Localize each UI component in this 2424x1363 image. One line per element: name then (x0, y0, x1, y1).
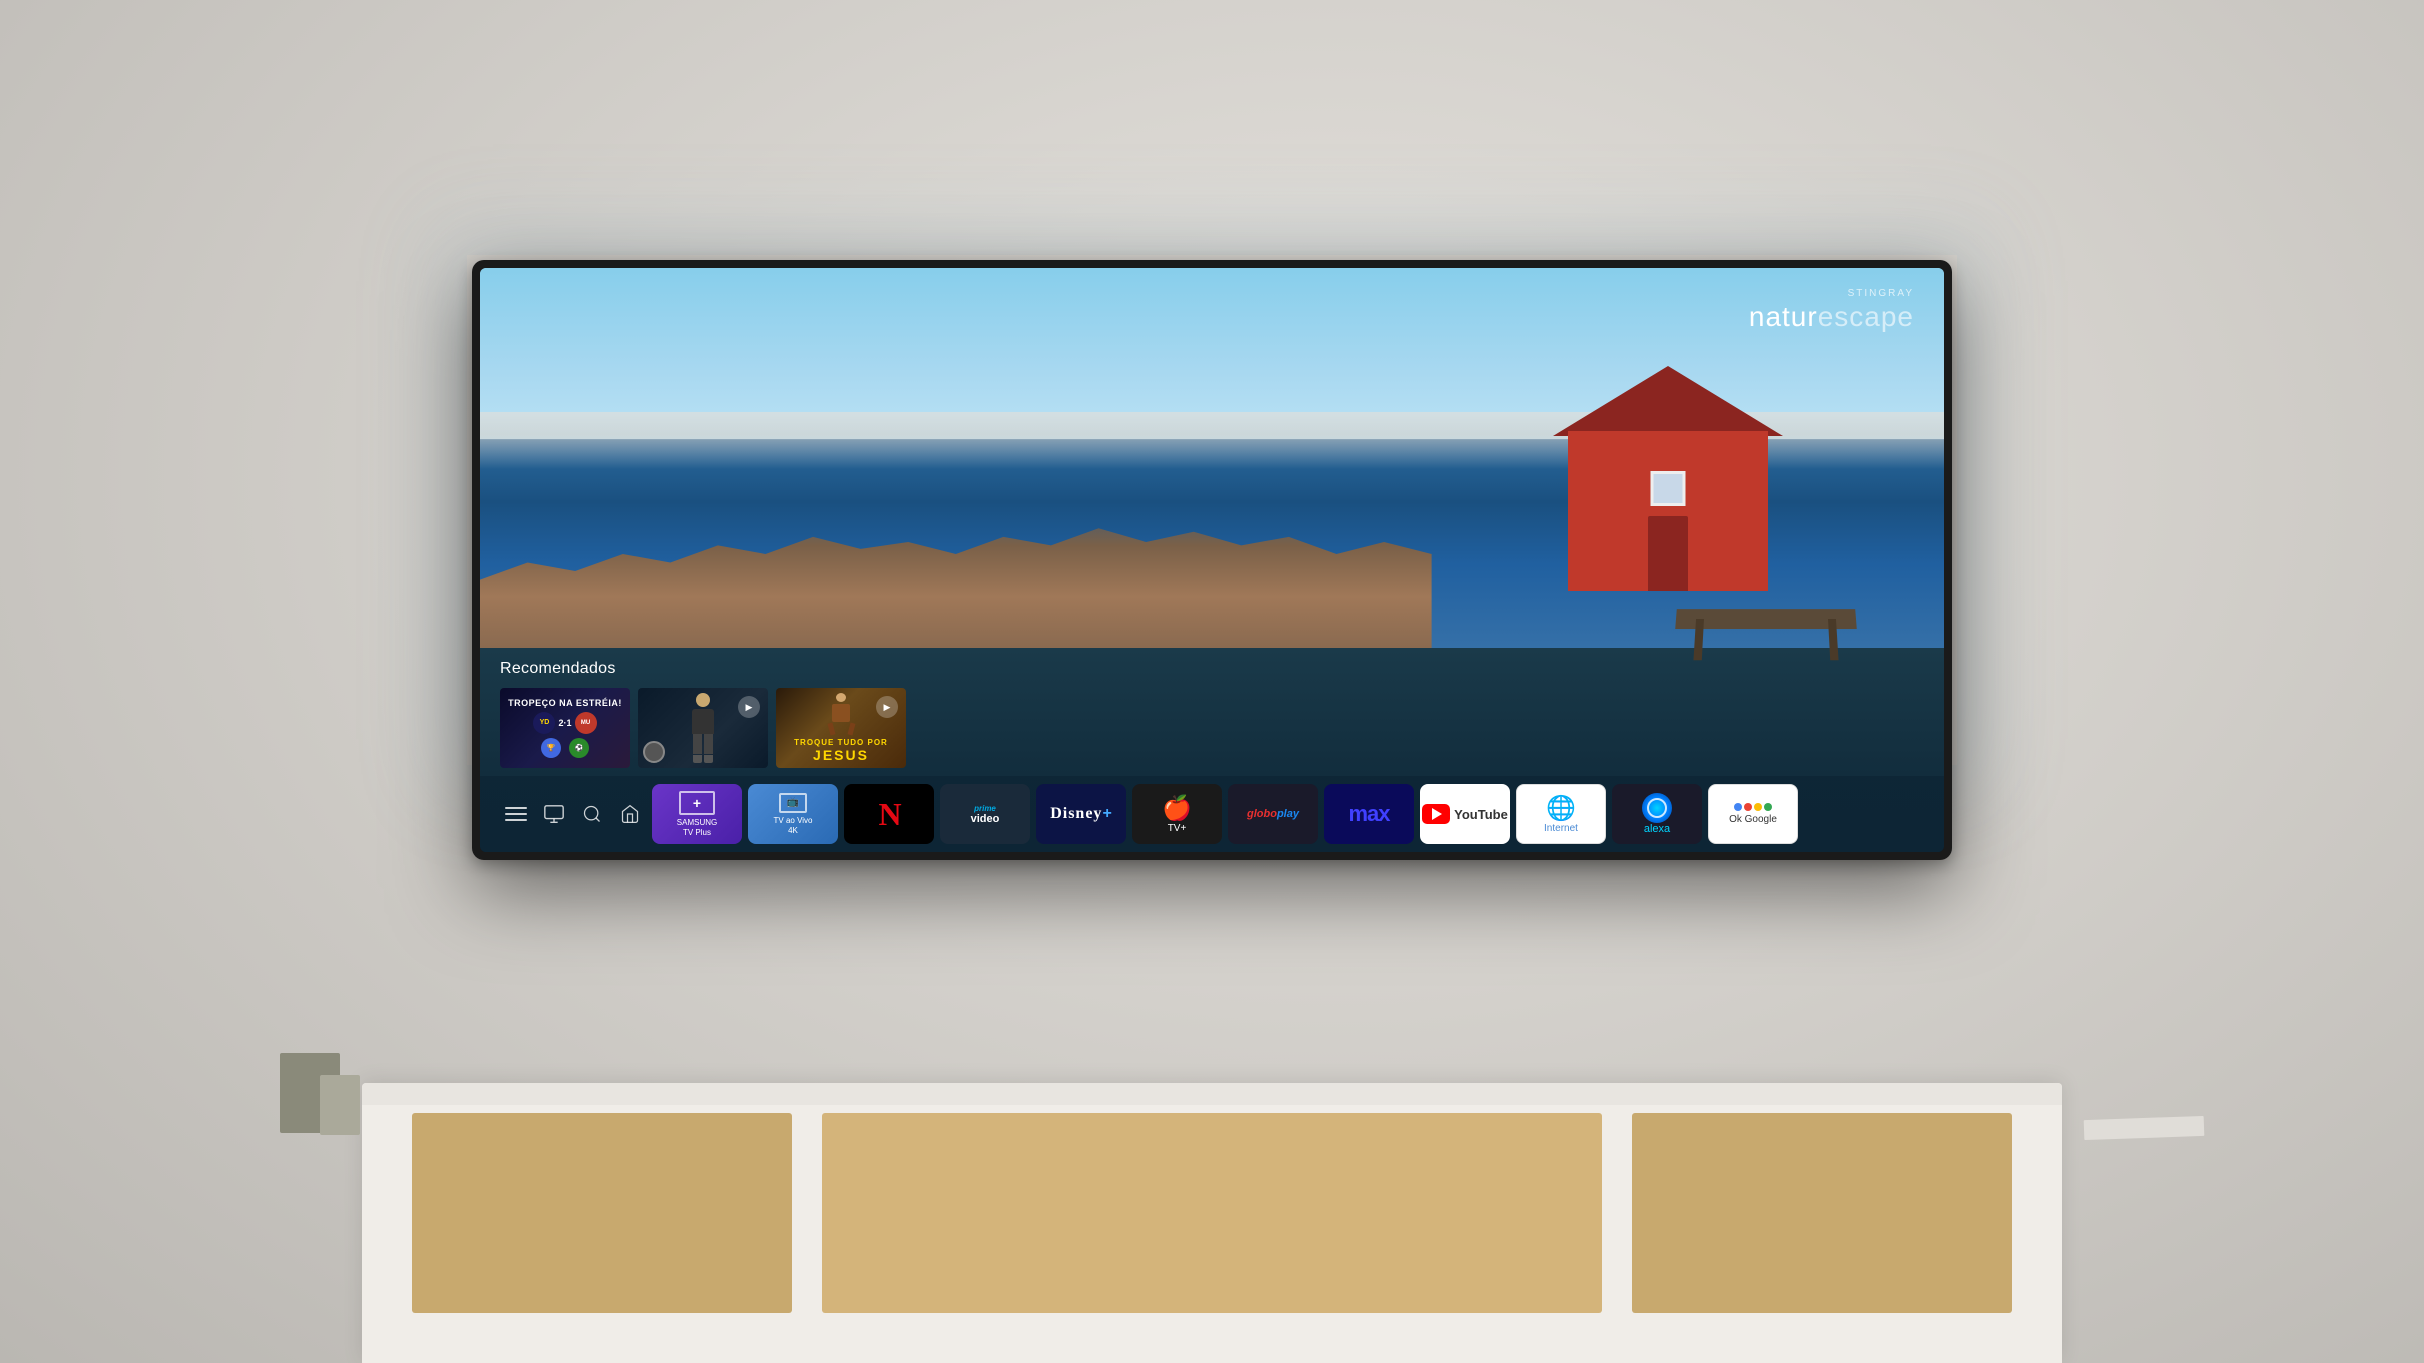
youtube-logo: YouTube (1422, 804, 1508, 824)
boathouse-body (1568, 431, 1768, 591)
team-circle-home: YD (533, 712, 555, 734)
alexa-icon (1642, 793, 1672, 823)
search-button[interactable] (576, 798, 608, 830)
rec-play-overlay-3: ▶ (876, 696, 898, 718)
google-dots (1734, 803, 1772, 811)
app-label-tvvivo: TV ao Vivo4K (774, 816, 813, 835)
channel-name-scope: escape (1818, 301, 1914, 333)
tv-bezel: STINGRAY naturescape Recomendados TRO (472, 260, 1952, 860)
cast-button[interactable] (538, 798, 570, 830)
recomendados-items-list: TROPEÇO NA ESTRÉIA! YD 2·1 MU (500, 688, 1924, 768)
deco-roll-2 (320, 1075, 360, 1135)
boathouse-roof (1553, 366, 1783, 436)
rec-item-soccer[interactable]: ▶ (638, 688, 768, 768)
stand-drawer-center (822, 1113, 1602, 1313)
stingray-brand: STINGRAY (1749, 288, 1914, 299)
dock (1675, 609, 1857, 629)
disney-logo: Disney+ (1050, 805, 1112, 823)
alexa-label: alexa (1644, 823, 1670, 835)
hamburger-line-2 (505, 813, 527, 815)
app-label-samsung: SAMSUNGTV Plus (677, 818, 717, 837)
app-disney-plus[interactable]: Disney+ (1036, 784, 1126, 844)
channel-logo: STINGRAY naturescape (1749, 288, 1914, 333)
max-logo: max (1348, 801, 1389, 827)
boathouse-window (1651, 471, 1686, 506)
globo-logo: globoplay (1247, 808, 1299, 820)
app-apple-tv[interactable]: 🍎 TV+ (1132, 784, 1222, 844)
app-youtube[interactable]: YouTube (1420, 784, 1510, 844)
internet-icon: 🌐 (1546, 794, 1576, 823)
recomendados-section: Recomendados TROPEÇO NA ESTRÉIA! YD 2· (480, 648, 1944, 776)
stand-drawer-left (412, 1113, 792, 1313)
rec-item-jesus[interactable]: ▶ TROQUE (776, 688, 906, 768)
hamburger-line-1 (505, 807, 527, 809)
app-ok-google[interactable]: Ok Google (1708, 784, 1798, 844)
app-alexa[interactable]: alexa (1612, 784, 1702, 844)
rec-play-overlay-2: ▶ (738, 696, 760, 718)
hamburger-menu[interactable] (500, 802, 532, 826)
boathouse (1568, 371, 1768, 591)
tv-stand (362, 1083, 2062, 1363)
apple-logo: 🍎 (1162, 794, 1192, 823)
app-samsung-tv-plus[interactable]: + SAMSUNGTV Plus (652, 784, 742, 844)
stand-drawer-right (1632, 1113, 2012, 1313)
boathouse-door (1648, 516, 1688, 591)
tv-unit: STINGRAY naturescape Recomendados TRO (472, 260, 1952, 860)
stand-top-surface (362, 1083, 2062, 1105)
app-max[interactable]: max (1324, 784, 1414, 844)
prime-video-logo: prime video (971, 804, 1000, 825)
app-internet[interactable]: 🌐 Internet (1516, 784, 1606, 844)
google-label: Ok Google (1729, 814, 1777, 825)
app-tv-ao-vivo[interactable]: 📺 TV ao Vivo4K (748, 784, 838, 844)
smart-hub: Recomendados TROPEÇO NA ESTRÉIA! YD 2· (480, 648, 1944, 852)
tropeco-title: TROPEÇO NA ESTRÉIA! (508, 698, 622, 709)
channel-name-nature: natur (1749, 301, 1818, 333)
video-content-area: STINGRAY naturescape (480, 268, 1944, 648)
app-bar: + SAMSUNGTV Plus 📺 TV ao Vivo4K (480, 776, 1944, 852)
netflix-logo: N (878, 796, 899, 833)
rec-item-tropeco[interactable]: TROPEÇO NA ESTRÉIA! YD 2·1 MU (500, 688, 630, 768)
internet-label: Internet (1544, 823, 1578, 834)
tv-screen: STINGRAY naturescape Recomendados TRO (480, 268, 1944, 852)
recomendados-title: Recomendados (500, 660, 1924, 678)
apple-tv-label: TV+ (1168, 823, 1187, 834)
app-prime-video[interactable]: prime video (940, 784, 1030, 844)
tropeco-teams: YD 2·1 MU (533, 712, 596, 734)
dock-post-right (1828, 619, 1839, 660)
team-circle-away: MU (575, 712, 597, 734)
home-button[interactable] (614, 798, 646, 830)
app-netflix[interactable]: N (844, 784, 934, 844)
app-globoplay[interactable]: globoplay (1228, 784, 1318, 844)
deco-book (2084, 1116, 2205, 1140)
hamburger-line-3 (505, 819, 527, 821)
